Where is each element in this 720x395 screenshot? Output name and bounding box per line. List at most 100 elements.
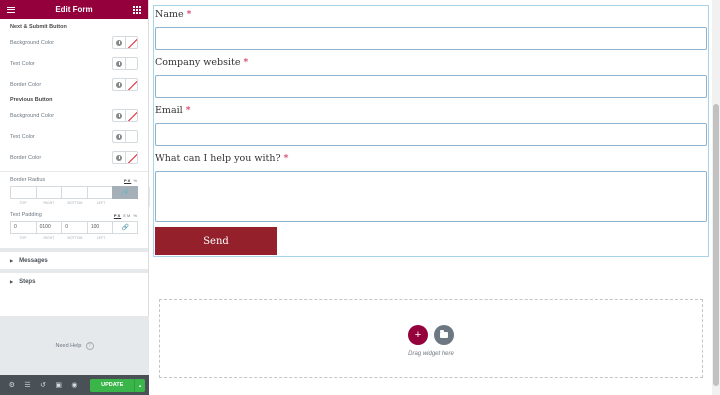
dimension-label: RIGHT (43, 201, 55, 205)
settings-gear-icon[interactable]: ⚙ (4, 375, 20, 395)
control-label: Background Color (10, 39, 55, 46)
link-values-icon[interactable]: 🔗 (112, 221, 139, 234)
dimension-input-right[interactable] (35, 186, 62, 199)
message-textarea[interactable] (155, 171, 707, 222)
accordion-label: Messages (19, 257, 48, 264)
text-padding-dimensions: 0 0100 0 100 🔗 (0, 221, 148, 234)
color-picker-swatch[interactable] (125, 78, 138, 91)
unit-px[interactable]: PX (124, 178, 131, 183)
control-label: Background Color (10, 112, 55, 119)
send-button[interactable]: Send (155, 227, 277, 255)
field-label-email: Email * (155, 105, 190, 116)
unit-switcher[interactable]: PX EM % (114, 213, 138, 218)
dimension-label: BOTTOM (67, 201, 83, 205)
dimension-label: LEFT (96, 201, 106, 205)
dimension-input-left[interactable]: 100 (86, 221, 113, 234)
global-colors-icon[interactable] (112, 78, 125, 91)
required-mark: * (243, 57, 249, 68)
link-values-icon[interactable]: 🔗 (112, 186, 139, 199)
update-options-caret-icon[interactable]: ▲ (134, 378, 145, 392)
control-row: Border Color (0, 147, 148, 168)
company-website-input[interactable] (155, 75, 707, 98)
unit-percent[interactable]: % (133, 213, 138, 218)
control-row: Border Color (0, 74, 148, 95)
border-radius-dimensions: 🔗 (0, 186, 148, 199)
form-widget[interactable]: Name * Company website * Email * What can I… (153, 5, 709, 257)
required-mark: * (185, 105, 191, 116)
hamburger-menu-icon[interactable] (6, 5, 16, 15)
drag-widget-hint: Drag widget here (408, 350, 454, 357)
accordion-messages[interactable]: ▶ Messages (0, 248, 148, 269)
global-colors-icon[interactable] (112, 109, 125, 122)
label-text: Name (155, 9, 184, 20)
name-input[interactable] (155, 27, 707, 50)
control-label: Border Color (10, 154, 42, 161)
history-icon[interactable]: ↺ (35, 375, 51, 395)
section-title-previous: Previous Button (10, 97, 53, 103)
color-picker-swatch[interactable] (125, 151, 138, 164)
widgets-grid-icon[interactable] (132, 5, 142, 15)
control-row: Background Color (0, 105, 148, 126)
dimension-label: BOTTOM (67, 236, 83, 240)
need-help-link[interactable]: Need Help (56, 343, 82, 349)
control-label: Text Color (10, 60, 35, 67)
field-label-message: What can I help you with? * (155, 153, 288, 164)
color-picker-swatch[interactable] (125, 36, 138, 49)
unit-px[interactable]: PX (114, 213, 121, 218)
control-label: Border Color (10, 81, 42, 88)
control-label: Text Padding (10, 212, 42, 218)
unit-percent[interactable]: % (133, 178, 138, 183)
dimension-labels: TOP RIGHT BOTTOM LEFT (0, 199, 148, 207)
unit-em[interactable]: EM (123, 213, 131, 218)
scrollbar-thumb[interactable] (713, 104, 719, 386)
update-button[interactable]: UPDATE (90, 378, 135, 392)
label-text: What can I help you with? (155, 153, 281, 164)
color-picker-swatch[interactable] (125, 130, 138, 143)
control-row: Text Color (0, 53, 148, 74)
template-library-folder-icon[interactable] (434, 324, 454, 345)
accordion-steps[interactable]: ▶ Steps (0, 269, 148, 290)
control-label: Text Color (10, 133, 35, 140)
label-text: Company website (155, 57, 241, 68)
need-help-area: Need Help ? (0, 316, 149, 375)
control-row: Background Color (0, 32, 148, 53)
email-input[interactable] (155, 123, 707, 146)
required-mark: * (283, 153, 289, 164)
field-label-company: Company website * (155, 57, 248, 68)
field-label-name: Name * (155, 9, 191, 20)
preview-eye-icon[interactable]: ◉ (67, 375, 83, 395)
dimension-input-left[interactable] (86, 186, 113, 199)
control-row: Text Color (0, 126, 148, 147)
border-radius-header: Border Radius PX % (0, 174, 148, 186)
dimension-labels: TOP RIGHT BOTTOM LEFT (0, 234, 148, 242)
editor-panel: Edit Form Next & Submit Button Backgroun… (0, 0, 149, 395)
global-colors-icon[interactable] (112, 57, 125, 70)
dimension-label: LEFT (96, 236, 106, 240)
help-question-icon[interactable]: ? (85, 341, 94, 350)
text-padding-header: Text Padding PX EM % (0, 209, 148, 221)
required-mark: * (186, 9, 192, 20)
preview-canvas: Name * Company website * Email * What can I… (150, 0, 712, 395)
global-colors-icon[interactable] (112, 130, 125, 143)
dimension-label: TOP (19, 201, 27, 205)
label-text: Email (155, 105, 183, 116)
unit-switcher[interactable]: PX % (124, 178, 138, 183)
dimension-input-top[interactable] (10, 186, 36, 199)
section-title-next-submit: Next & Submit Button (10, 24, 67, 30)
dimension-input-right[interactable]: 0100 (35, 221, 62, 234)
dimension-input-bottom[interactable]: 0 (61, 221, 87, 234)
global-colors-icon[interactable] (112, 36, 125, 49)
dimension-label: RIGHT (43, 236, 55, 240)
add-section-plus-icon[interactable]: + (408, 324, 428, 345)
dimension-input-bottom[interactable] (61, 186, 87, 199)
dimension-label: TOP (19, 236, 27, 240)
navigator-layers-icon[interactable]: ☰ (20, 375, 36, 395)
global-colors-icon[interactable] (112, 151, 125, 164)
color-picker-swatch[interactable] (125, 109, 138, 122)
dimension-input-top[interactable]: 0 (10, 221, 36, 234)
accordion-label: Steps (19, 278, 36, 285)
color-picker-swatch[interactable] (125, 57, 138, 70)
panel-footer: ⚙ ☰ ↺ ▣ ◉ UPDATE ▲ (0, 375, 149, 395)
responsive-mode-icon[interactable]: ▣ (51, 375, 67, 395)
empty-section-dropzone[interactable]: + Drag widget here (159, 299, 703, 378)
